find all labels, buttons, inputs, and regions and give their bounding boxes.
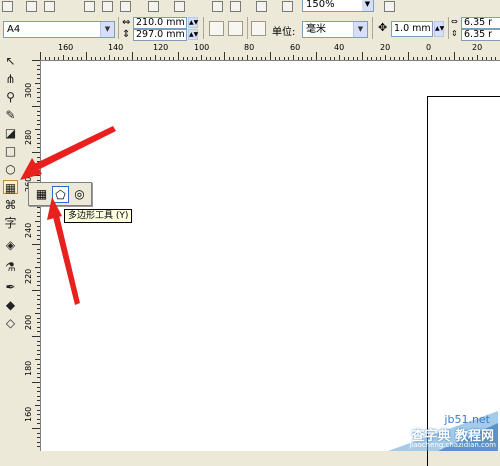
annotation-arrows <box>20 126 116 305</box>
watermark-url: jiaocheng.chazidian.com <box>409 441 496 449</box>
arrow-to-toolbox <box>20 126 116 180</box>
watermark: jb51.net 查字典 教程网 jiaocheng.chazidian.com <box>348 411 498 451</box>
arrow-to-flyout <box>47 197 80 305</box>
